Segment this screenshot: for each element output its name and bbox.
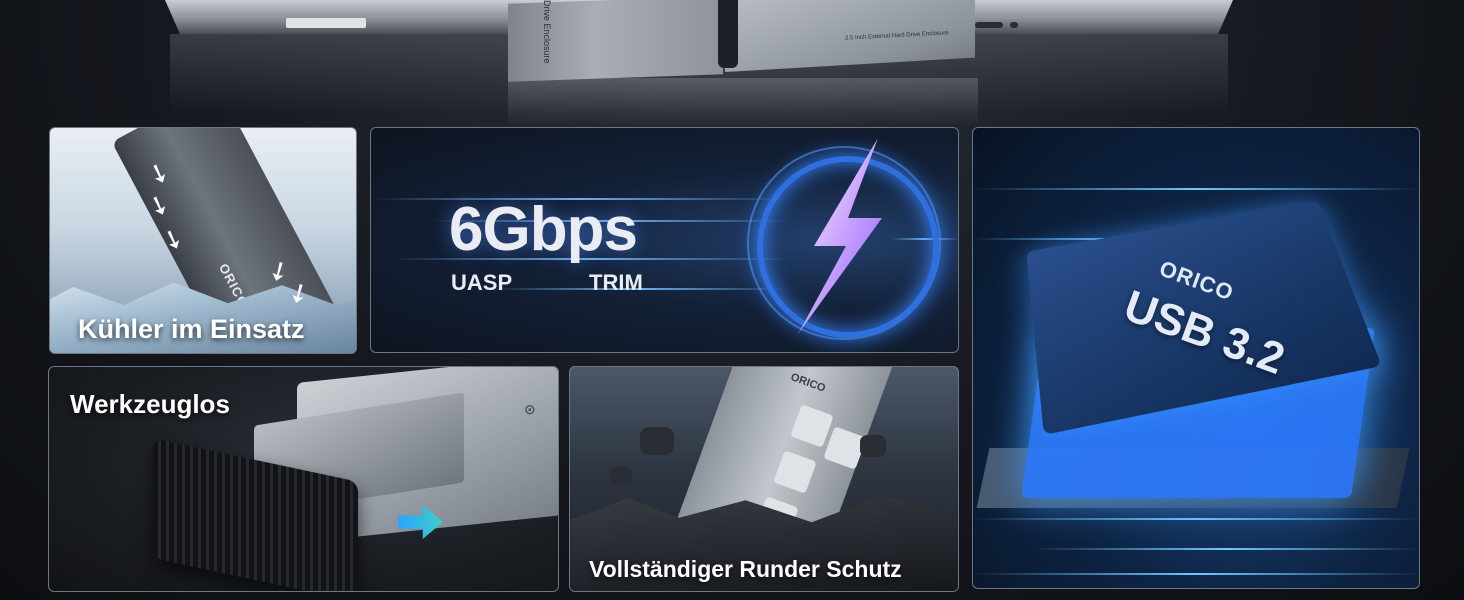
circuit-trace (973, 573, 1419, 575)
rock (860, 435, 886, 457)
circuit-trace (973, 188, 1419, 190)
laptop-port (1010, 22, 1018, 28)
feature-trim: TRIM (589, 270, 643, 295)
lightning-bolt-icon (786, 136, 896, 336)
cooling-caption: Kühler im Einsatz (78, 314, 305, 344)
circuit-trace (1033, 548, 1419, 550)
toolless-feature-card: ⊙ Werkzeuglos (48, 366, 559, 592)
rock (610, 467, 632, 485)
speed-value: 6Gbps (449, 195, 638, 264)
cooling-feature-card: ORICO ➘ ➘ ➘ ➘ ➘ Kühler im Einsatz (49, 127, 357, 354)
drive-side-label: Drive Enclosure (542, 0, 552, 64)
circuit-trace (973, 518, 1419, 520)
speed-feature-card: 6Gbps UASP TRIM (370, 127, 959, 353)
toolless-caption: Werkzeuglos (70, 389, 230, 419)
laptop-notch (286, 18, 366, 28)
hero-banner: Drive Enclosure 2.5 Inch External Hard D… (0, 0, 1464, 125)
drive-enclosure-slot (718, 0, 738, 68)
protection-caption: Vollständiger Runder Schutz (589, 556, 902, 582)
orico-logo-icon: ⊙ (524, 401, 536, 417)
protection-feature-card: ORICO Vollständiger Runder Schutz (569, 366, 959, 592)
drive-reflection (508, 78, 978, 125)
rock (640, 427, 674, 455)
feature-uasp: UASP (451, 270, 513, 295)
usb-chip-feature-card: ORICO USB 3.2 (972, 127, 1420, 589)
laptop-port (975, 22, 1003, 28)
